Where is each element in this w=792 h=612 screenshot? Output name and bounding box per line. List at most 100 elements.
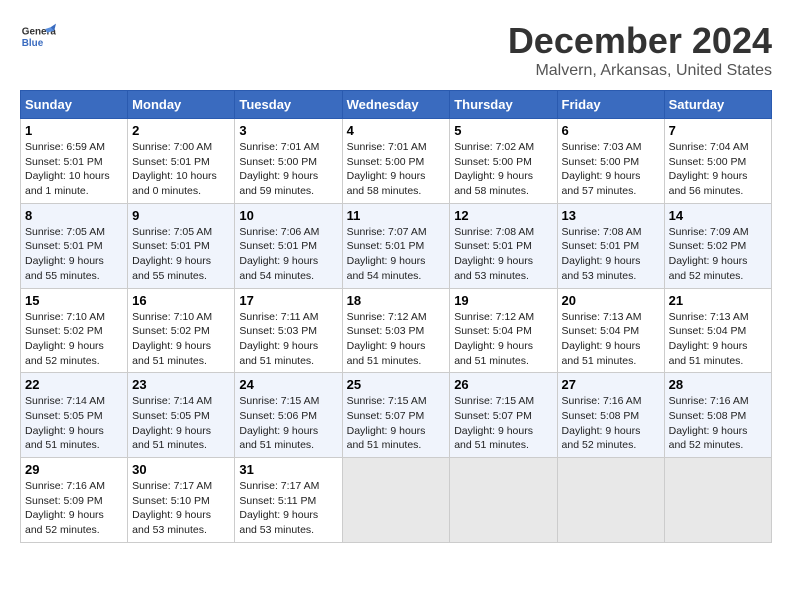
- month-title: December 2024: [508, 20, 772, 62]
- day-info: Sunrise: 7:12 AMSunset: 5:03 PMDaylight:…: [347, 311, 427, 367]
- day-number: 7: [669, 123, 767, 138]
- empty-cell: [450, 458, 557, 543]
- day-info: Sunrise: 7:15 AMSunset: 5:07 PMDaylight:…: [454, 395, 534, 451]
- day-cell-6: 6 Sunrise: 7:03 AMSunset: 5:00 PMDayligh…: [557, 119, 664, 204]
- day-number: 23: [132, 377, 230, 392]
- calendar-table: SundayMondayTuesdayWednesdayThursdayFrid…: [20, 90, 772, 543]
- day-number: 27: [562, 377, 660, 392]
- column-header-sunday: Sunday: [21, 91, 128, 119]
- day-info: Sunrise: 7:10 AMSunset: 5:02 PMDaylight:…: [132, 311, 212, 367]
- location-title: Malvern, Arkansas, United States: [508, 62, 772, 80]
- calendar-week-row: 8 Sunrise: 7:05 AMSunset: 5:01 PMDayligh…: [21, 203, 772, 288]
- day-cell-24: 24 Sunrise: 7:15 AMSunset: 5:06 PMDaylig…: [235, 373, 342, 458]
- day-info: Sunrise: 7:16 AMSunset: 5:08 PMDaylight:…: [669, 395, 749, 451]
- svg-text:Blue: Blue: [22, 38, 44, 49]
- day-number: 14: [669, 208, 767, 223]
- day-number: 12: [454, 208, 552, 223]
- day-info: Sunrise: 7:12 AMSunset: 5:04 PMDaylight:…: [454, 311, 534, 367]
- calendar-week-row: 15 Sunrise: 7:10 AMSunset: 5:02 PMDaylig…: [21, 288, 772, 373]
- day-cell-7: 7 Sunrise: 7:04 AMSunset: 5:00 PMDayligh…: [664, 119, 771, 204]
- calendar-week-row: 29 Sunrise: 7:16 AMSunset: 5:09 PMDaylig…: [21, 458, 772, 543]
- day-number: 31: [239, 462, 337, 477]
- logo: General Blue: [20, 20, 56, 56]
- day-number: 26: [454, 377, 552, 392]
- day-number: 11: [347, 208, 446, 223]
- day-info: Sunrise: 7:07 AMSunset: 5:01 PMDaylight:…: [347, 226, 427, 282]
- day-number: 19: [454, 293, 552, 308]
- day-info: Sunrise: 7:14 AMSunset: 5:05 PMDaylight:…: [132, 395, 212, 451]
- day-cell-13: 13 Sunrise: 7:08 AMSunset: 5:01 PMDaylig…: [557, 203, 664, 288]
- day-info: Sunrise: 7:16 AMSunset: 5:08 PMDaylight:…: [562, 395, 642, 451]
- day-info: Sunrise: 7:06 AMSunset: 5:01 PMDaylight:…: [239, 226, 319, 282]
- day-info: Sunrise: 6:59 AMSunset: 5:01 PMDaylight:…: [25, 141, 110, 197]
- calendar-week-row: 22 Sunrise: 7:14 AMSunset: 5:05 PMDaylig…: [21, 373, 772, 458]
- day-cell-23: 23 Sunrise: 7:14 AMSunset: 5:05 PMDaylig…: [128, 373, 235, 458]
- day-cell-2: 2 Sunrise: 7:00 AMSunset: 5:01 PMDayligh…: [128, 119, 235, 204]
- day-cell-10: 10 Sunrise: 7:06 AMSunset: 5:01 PMDaylig…: [235, 203, 342, 288]
- day-number: 1: [25, 123, 123, 138]
- day-cell-25: 25 Sunrise: 7:15 AMSunset: 5:07 PMDaylig…: [342, 373, 450, 458]
- day-info: Sunrise: 7:14 AMSunset: 5:05 PMDaylight:…: [25, 395, 105, 451]
- day-cell-28: 28 Sunrise: 7:16 AMSunset: 5:08 PMDaylig…: [664, 373, 771, 458]
- day-cell-30: 30 Sunrise: 7:17 AMSunset: 5:10 PMDaylig…: [128, 458, 235, 543]
- day-info: Sunrise: 7:08 AMSunset: 5:01 PMDaylight:…: [454, 226, 534, 282]
- day-number: 16: [132, 293, 230, 308]
- day-cell-29: 29 Sunrise: 7:16 AMSunset: 5:09 PMDaylig…: [21, 458, 128, 543]
- day-cell-4: 4 Sunrise: 7:01 AMSunset: 5:00 PMDayligh…: [342, 119, 450, 204]
- day-number: 24: [239, 377, 337, 392]
- day-number: 9: [132, 208, 230, 223]
- day-info: Sunrise: 7:02 AMSunset: 5:00 PMDaylight:…: [454, 141, 534, 197]
- day-number: 8: [25, 208, 123, 223]
- day-number: 2: [132, 123, 230, 138]
- day-number: 18: [347, 293, 446, 308]
- day-number: 13: [562, 208, 660, 223]
- day-number: 20: [562, 293, 660, 308]
- day-info: Sunrise: 7:08 AMSunset: 5:01 PMDaylight:…: [562, 226, 642, 282]
- column-header-saturday: Saturday: [664, 91, 771, 119]
- day-number: 25: [347, 377, 446, 392]
- day-info: Sunrise: 7:11 AMSunset: 5:03 PMDaylight:…: [239, 311, 318, 367]
- day-cell-15: 15 Sunrise: 7:10 AMSunset: 5:02 PMDaylig…: [21, 288, 128, 373]
- day-info: Sunrise: 7:15 AMSunset: 5:06 PMDaylight:…: [239, 395, 319, 451]
- day-cell-14: 14 Sunrise: 7:09 AMSunset: 5:02 PMDaylig…: [664, 203, 771, 288]
- day-number: 10: [239, 208, 337, 223]
- column-header-tuesday: Tuesday: [235, 91, 342, 119]
- day-cell-1: 1 Sunrise: 6:59 AMSunset: 5:01 PMDayligh…: [21, 119, 128, 204]
- calendar-header-row: SundayMondayTuesdayWednesdayThursdayFrid…: [21, 91, 772, 119]
- day-cell-12: 12 Sunrise: 7:08 AMSunset: 5:01 PMDaylig…: [450, 203, 557, 288]
- day-number: 21: [669, 293, 767, 308]
- day-info: Sunrise: 7:04 AMSunset: 5:00 PMDaylight:…: [669, 141, 749, 197]
- day-cell-3: 3 Sunrise: 7:01 AMSunset: 5:00 PMDayligh…: [235, 119, 342, 204]
- day-cell-9: 9 Sunrise: 7:05 AMSunset: 5:01 PMDayligh…: [128, 203, 235, 288]
- day-cell-20: 20 Sunrise: 7:13 AMSunset: 5:04 PMDaylig…: [557, 288, 664, 373]
- day-info: Sunrise: 7:01 AMSunset: 5:00 PMDaylight:…: [239, 141, 319, 197]
- calendar-week-row: 1 Sunrise: 6:59 AMSunset: 5:01 PMDayligh…: [21, 119, 772, 204]
- day-number: 3: [239, 123, 337, 138]
- day-number: 5: [454, 123, 552, 138]
- day-cell-11: 11 Sunrise: 7:07 AMSunset: 5:01 PMDaylig…: [342, 203, 450, 288]
- day-cell-8: 8 Sunrise: 7:05 AMSunset: 5:01 PMDayligh…: [21, 203, 128, 288]
- day-number: 6: [562, 123, 660, 138]
- day-info: Sunrise: 7:09 AMSunset: 5:02 PMDaylight:…: [669, 226, 749, 282]
- day-cell-31: 31 Sunrise: 7:17 AMSunset: 5:11 PMDaylig…: [235, 458, 342, 543]
- empty-cell: [342, 458, 450, 543]
- day-cell-22: 22 Sunrise: 7:14 AMSunset: 5:05 PMDaylig…: [21, 373, 128, 458]
- column-header-monday: Monday: [128, 91, 235, 119]
- day-cell-5: 5 Sunrise: 7:02 AMSunset: 5:00 PMDayligh…: [450, 119, 557, 204]
- day-info: Sunrise: 7:05 AMSunset: 5:01 PMDaylight:…: [25, 226, 105, 282]
- day-number: 30: [132, 462, 230, 477]
- day-number: 15: [25, 293, 123, 308]
- logo-icon: General Blue: [20, 20, 56, 56]
- day-info: Sunrise: 7:16 AMSunset: 5:09 PMDaylight:…: [25, 480, 105, 536]
- day-cell-17: 17 Sunrise: 7:11 AMSunset: 5:03 PMDaylig…: [235, 288, 342, 373]
- column-header-thursday: Thursday: [450, 91, 557, 119]
- empty-cell: [557, 458, 664, 543]
- day-info: Sunrise: 7:17 AMSunset: 5:10 PMDaylight:…: [132, 480, 212, 536]
- day-info: Sunrise: 7:13 AMSunset: 5:04 PMDaylight:…: [669, 311, 749, 367]
- day-number: 4: [347, 123, 446, 138]
- day-info: Sunrise: 7:00 AMSunset: 5:01 PMDaylight:…: [132, 141, 217, 197]
- day-cell-16: 16 Sunrise: 7:10 AMSunset: 5:02 PMDaylig…: [128, 288, 235, 373]
- day-number: 17: [239, 293, 337, 308]
- day-info: Sunrise: 7:03 AMSunset: 5:00 PMDaylight:…: [562, 141, 642, 197]
- header: General Blue December 2024 Malvern, Arka…: [20, 20, 772, 80]
